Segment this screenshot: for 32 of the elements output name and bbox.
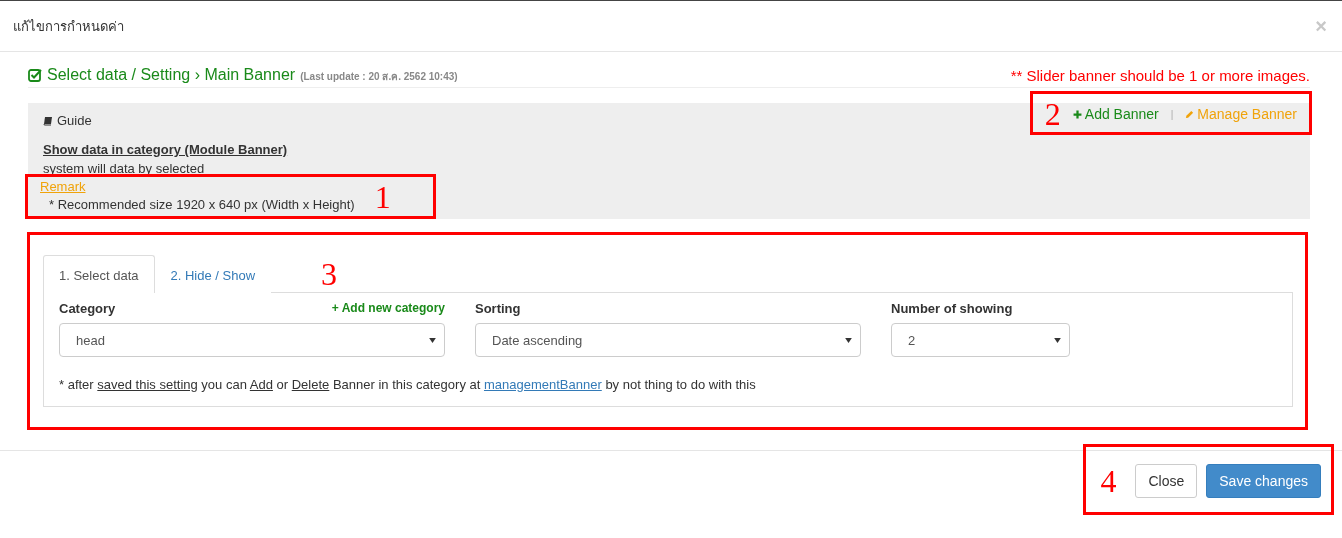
callout-number: 1 [374,180,391,213]
field-label: Category [59,301,116,316]
select-field[interactable]: 2 [891,323,1070,357]
tab[interactable]: 1. Select data [43,255,155,293]
add-banner-link[interactable]: Add Banner [1072,106,1159,122]
pencil-icon [1185,109,1195,119]
guide-subtitle: Show data in category (Module Banner) [43,142,289,157]
page-heading: Select data / Setting › Main Banner [47,66,296,84]
plus-icon [1072,109,1082,119]
save-button[interactable]: Save changes [1206,464,1321,498]
field-label: Sorting [475,301,521,316]
management-link[interactable]: managementBanner [483,377,602,392]
callout-number: 4 [1100,465,1117,497]
last-update: (Last update : 20 ส.ค. 2562 10:43) [300,70,458,84]
remark-text: * Recommended size 1920 x 640 px (Width x Height) [48,197,355,212]
warning-text: ** Slider banner should be 1 or more images. [1010,66,1310,84]
select-field[interactable]: Date ascending [475,323,861,357]
caret-icon [845,337,852,343]
window-title: แก้ไขการกำหนดค่า [13,17,124,36]
caret-icon [429,337,436,343]
book-icon [43,115,53,126]
close-button[interactable]: Close [1135,464,1198,498]
callout-number: 2 [1044,98,1061,130]
separator: | [1170,108,1174,120]
add-category-link[interactable]: + Add new category [331,301,445,316]
field-label: Number of showing [891,301,1013,316]
caret-icon [1054,337,1061,343]
guide-title: Guide [57,113,92,128]
select-field[interactable]: head [59,323,445,357]
callout-number: 3 [321,257,338,290]
note-text: * after saved this setting you can Add or Delete Banner in this category at managementBanner by not thing to do with this [59,377,757,392]
checkbox-icon [28,68,42,82]
